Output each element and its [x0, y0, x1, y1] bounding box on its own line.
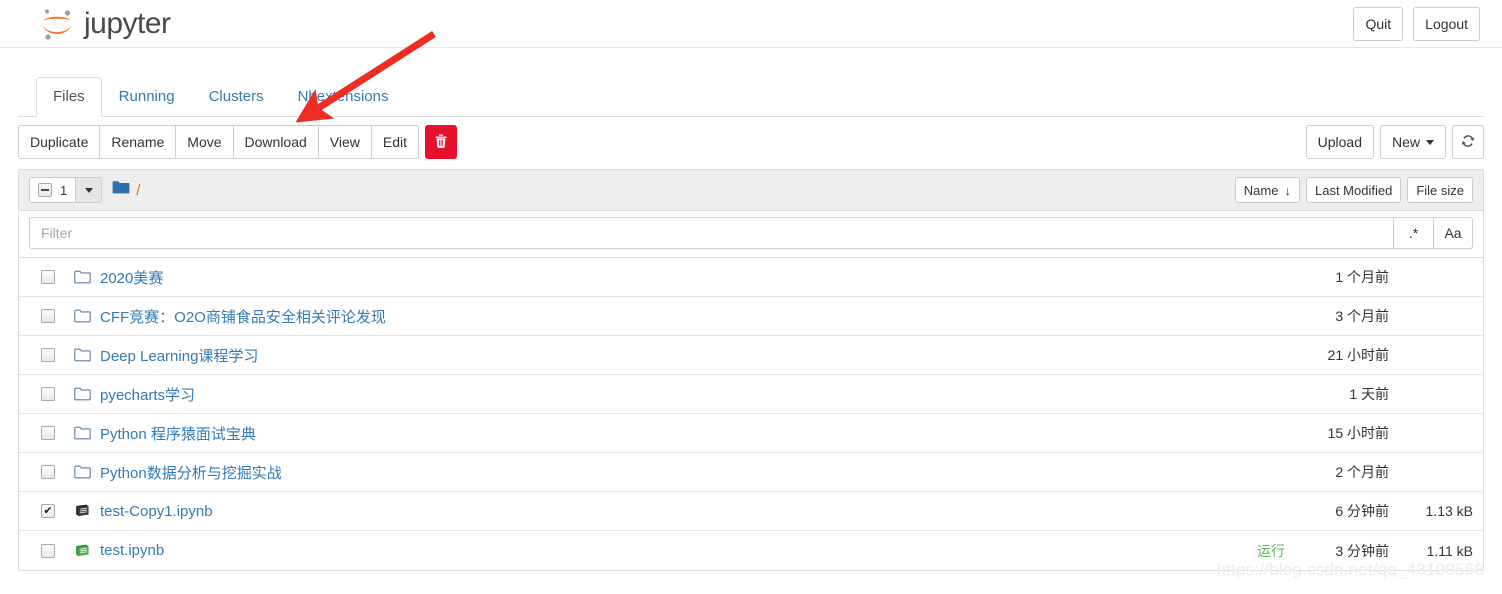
file-list-header-left: 1 /	[29, 177, 140, 203]
select-all-group: 1	[29, 177, 103, 203]
file-link[interactable]: Deep Learning课程学习	[100, 345, 258, 366]
table-row[interactable]: test-Copy1.ipynb 6 分钟前 1.13 kB	[19, 492, 1483, 531]
select-all-box[interactable]: 1	[29, 177, 77, 203]
file-size-value: 1.11 kB	[1426, 542, 1473, 559]
last-modified-value: 3 个月前	[1335, 308, 1389, 324]
jupyter-logo-icon	[36, 4, 80, 44]
file-link[interactable]: test-Copy1.ipynb	[100, 503, 213, 520]
last-modified-value: 3 分钟前	[1335, 542, 1389, 559]
last-modified-value: 21 小时前	[1327, 347, 1389, 363]
upload-button[interactable]: Upload	[1305, 125, 1374, 159]
select-all-checkbox[interactable]	[38, 183, 52, 197]
file-list-body: 2020美赛 1 个月前 CFF竞赛：O2O商铺食品安全相关评论发现 3 个月前 Dee…	[19, 258, 1483, 570]
arrow-down-icon: ↓	[1284, 182, 1291, 198]
download-button[interactable]: Download	[232, 125, 319, 159]
row-checkbox[interactable]	[41, 270, 55, 284]
filter-regex-button[interactable]: .*	[1393, 217, 1433, 249]
row-checkbox[interactable]	[41, 543, 55, 558]
sort-controls: Name ↓ Last Modified File size	[1234, 177, 1473, 203]
sort-by-modified-button[interactable]: Last Modified	[1305, 177, 1402, 203]
filter-input[interactable]	[29, 217, 1393, 249]
trash-icon	[434, 133, 448, 151]
move-button[interactable]: Move	[175, 125, 234, 159]
last-modified-value: 6 分钟前	[1335, 503, 1389, 519]
row-checkbox[interactable]	[41, 348, 55, 362]
notebook-running-icon	[73, 542, 91, 560]
filter-row: .* Aa	[19, 211, 1483, 258]
duplicate-button[interactable]: Duplicate	[18, 125, 101, 159]
table-row[interactable]: CFF竞赛：O2O商铺食品安全相关评论发现 3 个月前	[19, 297, 1483, 336]
files-panel: Duplicate Rename Move Download View Edit	[18, 117, 1484, 571]
folder-outline-icon	[73, 463, 91, 481]
file-link[interactable]: Python数据分析与挖掘实战	[100, 462, 282, 483]
edit-button[interactable]: Edit	[370, 125, 420, 159]
tab-running[interactable]: Running	[102, 77, 192, 117]
refresh-icon	[1460, 133, 1476, 151]
last-modified-value: 1 天前	[1349, 386, 1389, 402]
row-checkbox[interactable]	[41, 387, 55, 401]
page-header: jupyter Quit Logout	[0, 0, 1502, 48]
tab-nbextensions[interactable]: Nbextensions	[281, 77, 406, 117]
row-checkbox[interactable]	[41, 309, 55, 323]
file-link[interactable]: CFF竞赛：O2O商铺食品安全相关评论发现	[100, 306, 386, 327]
table-row[interactable]: 2020美赛 1 个月前	[19, 258, 1483, 297]
file-list-container: 1 / Name ↓ Last Modified File size Filte…	[18, 169, 1484, 571]
file-action-button-group: Duplicate Rename Move Download View Edit	[18, 125, 420, 159]
selected-count: 1	[60, 182, 68, 198]
logout-button[interactable]: Logout	[1413, 7, 1480, 41]
file-link[interactable]: Python 程序猿面试宝典	[100, 423, 256, 444]
sort-by-size-button[interactable]: File size	[1407, 177, 1473, 203]
table-row[interactable]: Deep Learning课程学习 21 小时前	[19, 336, 1483, 375]
last-modified-value: 1 个月前	[1335, 269, 1389, 285]
tab-list: Files Running Clusters Nbextensions	[18, 77, 1484, 117]
sort-name-label: Name	[1243, 182, 1279, 198]
folder-icon[interactable]	[112, 180, 130, 200]
breadcrumb: /	[112, 180, 140, 200]
jupyter-file-browser-page: jupyter Quit Logout Files Running Cluste…	[0, 0, 1502, 594]
table-row[interactable]: Python 程序猿面试宝典 15 小时前	[19, 414, 1483, 453]
file-actions-left: Duplicate Rename Move Download View Edit	[18, 125, 458, 159]
folder-outline-icon	[73, 385, 91, 403]
running-badge: 运行	[1257, 542, 1285, 559]
new-dropdown-button[interactable]: New	[1379, 125, 1446, 159]
delete-button[interactable]	[425, 125, 458, 159]
sort-by-name-button[interactable]: Name ↓	[1234, 177, 1300, 203]
file-action-toolbar: Duplicate Rename Move Download View Edit	[18, 117, 1484, 169]
file-link[interactable]: pyecharts学习	[100, 384, 195, 405]
file-size-value: 1.13 kB	[1425, 503, 1473, 519]
quit-button[interactable]: Quit	[1353, 7, 1404, 41]
brand-text: jupyter	[84, 7, 171, 40]
file-list-header: 1 / Name ↓ Last Modified File size	[19, 170, 1483, 211]
row-checkbox[interactable]	[41, 465, 55, 479]
row-checkbox[interactable]	[41, 504, 55, 518]
file-actions-right: Upload New	[1305, 125, 1484, 159]
table-row[interactable]: Python数据分析与挖掘实战 2 个月前	[19, 453, 1483, 492]
file-link[interactable]: test.ipynb	[100, 542, 164, 559]
rename-button[interactable]: Rename	[99, 125, 177, 159]
chevron-down-icon	[1426, 139, 1434, 145]
header-actions: Quit Logout	[1353, 7, 1480, 41]
row-checkbox[interactable]	[41, 426, 55, 440]
refresh-button[interactable]	[1452, 125, 1484, 159]
watermark: https://blog.csdn.net/qq_43198568	[1216, 560, 1484, 579]
folder-outline-icon	[73, 346, 91, 364]
folder-outline-icon	[73, 307, 91, 325]
new-label: New	[1391, 134, 1420, 150]
select-all-dropdown-button[interactable]	[76, 177, 103, 203]
last-modified-value: 15 小时前	[1327, 425, 1389, 441]
table-row[interactable]: pyecharts学习 1 天前	[19, 375, 1483, 414]
tab-files[interactable]: Files	[36, 77, 102, 117]
folder-outline-icon	[73, 268, 91, 286]
filter-case-button[interactable]: Aa	[1433, 217, 1473, 249]
notebook-icon	[73, 502, 91, 520]
view-button[interactable]: View	[317, 125, 372, 159]
chevron-down-icon	[84, 187, 93, 193]
jupyter-brand[interactable]: jupyter	[36, 2, 171, 46]
tab-clusters[interactable]: Clusters	[192, 77, 281, 117]
last-modified-value: 2 个月前	[1335, 464, 1389, 480]
breadcrumb-separator: /	[136, 181, 141, 199]
file-link[interactable]: 2020美赛	[100, 267, 163, 288]
folder-outline-icon	[73, 424, 91, 442]
tabs-container: Files Running Clusters Nbextensions	[0, 77, 1502, 117]
